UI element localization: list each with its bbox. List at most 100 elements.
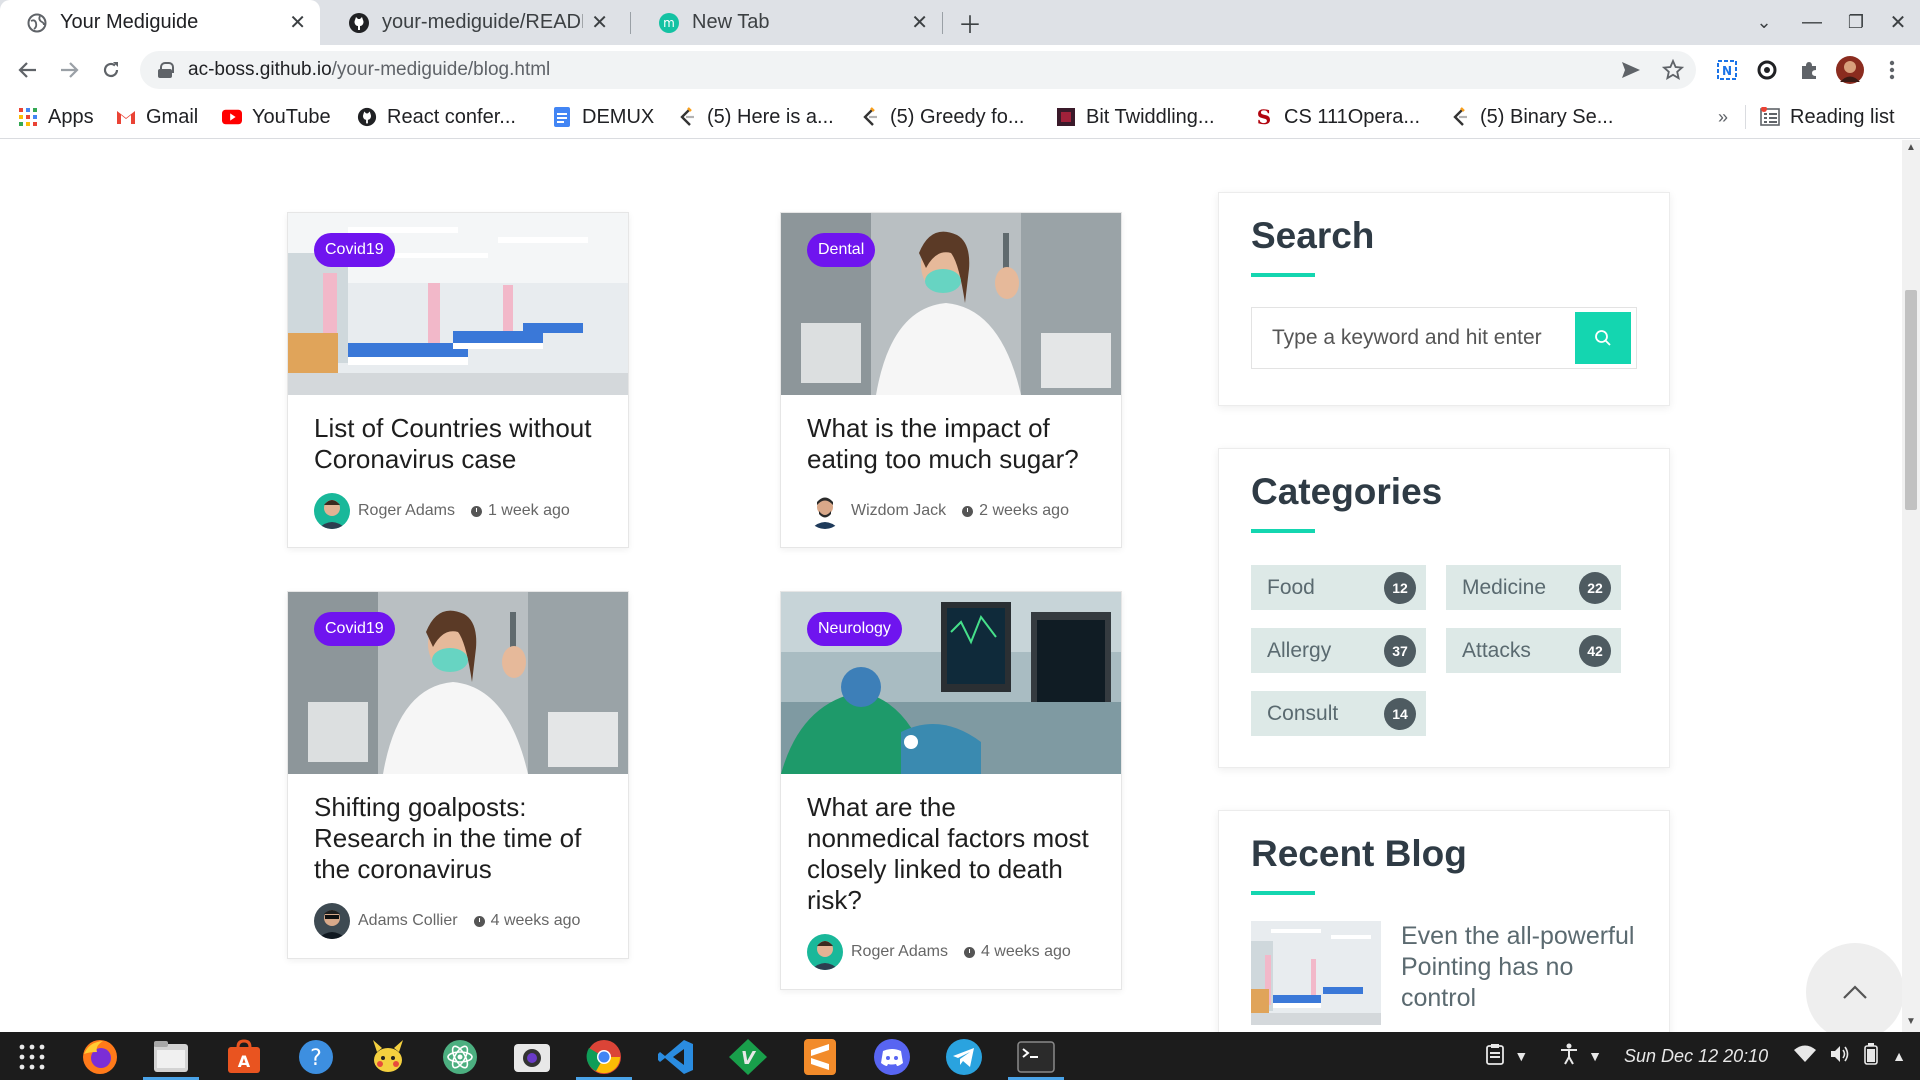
search-button[interactable] <box>1575 312 1631 364</box>
apps-grid-icon[interactable] <box>12 1037 52 1077</box>
bookmark-label: YouTube <box>252 105 331 128</box>
scroll-down-arrow-icon[interactable]: ▼ <box>1902 1016 1920 1030</box>
chevron-down-icon[interactable]: ▼ <box>1588 1048 1602 1064</box>
category-attacks[interactable]: Attacks 42 <box>1446 628 1621 673</box>
post-thumbnail-surgery-room[interactable]: Neurology <box>781 592 1121 774</box>
page-scrollbar[interactable]: ▲ ▼ <box>1902 140 1920 1032</box>
files-icon[interactable] <box>151 1037 191 1077</box>
author-name[interactable]: Roger Adams <box>358 502 455 520</box>
bookmark-demux[interactable]: DEMUX <box>552 101 654 133</box>
pokemon-icon[interactable] <box>368 1037 408 1077</box>
scrollbar-thumb[interactable] <box>1905 290 1917 510</box>
post-title[interactable]: What are the nonmedical factors most clo… <box>781 792 1121 916</box>
camera-icon[interactable] <box>512 1037 552 1077</box>
author-name[interactable]: Roger Adams <box>851 943 948 961</box>
category-name: Allergy <box>1267 638 1332 662</box>
category-food[interactable]: Food 12 <box>1251 565 1426 610</box>
bookmark-here-is-a[interactable]: (5) Here is a... <box>677 101 834 133</box>
atom-icon[interactable] <box>440 1037 480 1077</box>
apps-grid-icon <box>18 107 38 127</box>
bookmark-apps[interactable]: Apps <box>18 101 94 133</box>
blog-card[interactable]: Dental What is the impact of eating too … <box>780 212 1122 548</box>
software-center-icon[interactable]: A <box>224 1037 264 1077</box>
system-clock[interactable]: Sun Dec 12 20:10 <box>1624 1046 1768 1067</box>
category-count: 42 <box>1579 634 1611 667</box>
address-bar[interactable]: ac-boss.github.io/your-mediguide/blog.ht… <box>140 51 1696 89</box>
page-content: Covid19 List of Countries without Corona… <box>0 140 1902 1032</box>
post-title[interactable]: Shifting goalposts: Research in the time… <box>288 792 628 885</box>
bookmark-react-conference[interactable]: React confer... <box>357 101 516 133</box>
post-thumbnail-hospital-ward[interactable]: Covid19 <box>288 213 628 395</box>
vscode-icon[interactable] <box>656 1037 696 1077</box>
back-arrow-icon[interactable] <box>11 53 45 87</box>
reading-list-button[interactable]: Reading list <box>1760 101 1895 133</box>
screen-recorder-extension-icon[interactable] <box>1750 53 1784 87</box>
post-thumbnail-lab-researcher[interactable]: Dental <box>781 213 1121 395</box>
chrome-icon[interactable] <box>584 1037 624 1077</box>
category-consult[interactable]: Consult 14 <box>1251 691 1426 736</box>
back-to-top-button[interactable] <box>1806 943 1904 1041</box>
close-icon[interactable]: ✕ <box>591 10 608 35</box>
send-tab-icon[interactable] <box>1614 53 1648 87</box>
recent-blog-item[interactable]: Even the all-powerful Pointing has no co… <box>1251 921 1637 1025</box>
notion-extension-icon[interactable]: N <box>1710 53 1744 87</box>
new-tab-plus-icon[interactable]: ＋ <box>950 0 990 45</box>
bookmark-bit-twiddling[interactable]: Bit Twiddling... <box>1056 101 1215 133</box>
category-badge[interactable]: Covid19 <box>314 612 395 646</box>
help-icon[interactable]: ? <box>296 1037 336 1077</box>
vim-icon[interactable]: V <box>728 1037 768 1077</box>
terminal-icon[interactable] <box>1016 1037 1056 1077</box>
tab-new-tab[interactable]: m New Tab ✕ <box>632 0 942 45</box>
tab-your-mediguide[interactable]: Your Mediguide ✕ <box>0 0 320 45</box>
blog-card[interactable]: Covid19 List of Countries without Corona… <box>287 212 629 548</box>
tab-search-chevron-icon[interactable]: ⌄ <box>1744 0 1784 45</box>
clipboard-icon[interactable] <box>1486 1043 1505 1070</box>
browser-toolbar: ac-boss.github.io/your-mediguide/blog.ht… <box>0 45 1920 95</box>
extensions-puzzle-icon[interactable] <box>1792 53 1826 87</box>
tab-separator <box>630 12 631 34</box>
search-input[interactable] <box>1252 308 1575 368</box>
profile-avatar[interactable] <box>1833 53 1867 87</box>
battery-icon[interactable] <box>1864 1042 1878 1070</box>
system-menu-arrow-icon[interactable]: ▲ <box>1892 1048 1906 1064</box>
discord-icon[interactable] <box>872 1037 912 1077</box>
blog-card[interactable]: Neurology What are the nonmedical factor… <box>780 591 1122 990</box>
author-name[interactable]: Wizdom Jack <box>851 502 946 520</box>
recent-blog-title[interactable]: Even the all-powerful Pointing has no co… <box>1401 921 1637 1025</box>
close-icon[interactable]: ✕ <box>911 10 928 35</box>
close-icon[interactable]: ✕ <box>289 10 306 35</box>
bookmark-star-icon[interactable] <box>1656 53 1690 87</box>
category-medicine[interactable]: Medicine 22 <box>1446 565 1621 610</box>
minimize-icon[interactable]: — <box>1792 0 1832 45</box>
post-thumbnail-lab-researcher[interactable]: Covid19 <box>288 592 628 774</box>
bookmarks-overflow-chevron[interactable]: » <box>1718 101 1728 133</box>
bookmark-youtube[interactable]: YouTube <box>222 101 331 133</box>
category-badge[interactable]: Dental <box>807 233 876 267</box>
category-badge[interactable]: Covid19 <box>314 233 395 267</box>
restore-icon[interactable]: ❐ <box>1836 0 1876 45</box>
bookmark-gmail[interactable]: Gmail <box>116 101 198 133</box>
window-close-icon[interactable]: ✕ <box>1878 0 1918 45</box>
bookmark-cs111[interactable]: S CS 111Opera... <box>1254 101 1420 133</box>
post-title[interactable]: List of Countries without Coronavirus ca… <box>288 413 628 475</box>
post-title[interactable]: What is the impact of eating too much su… <box>781 413 1121 475</box>
volume-icon[interactable] <box>1830 1045 1850 1068</box>
telegram-icon[interactable] <box>944 1037 984 1077</box>
sublime-icon[interactable] <box>800 1037 840 1077</box>
firefox-icon[interactable] <box>80 1037 120 1077</box>
bookmark-greedy[interactable]: (5) Greedy fo... <box>860 101 1025 133</box>
category-badge[interactable]: Neurology <box>807 612 902 646</box>
category-allergy[interactable]: Allergy 37 <box>1251 628 1426 673</box>
reload-icon[interactable] <box>94 53 128 87</box>
scroll-up-arrow-icon[interactable]: ▲ <box>1902 142 1920 156</box>
forward-arrow-icon[interactable] <box>52 53 86 87</box>
menu-kebab-icon[interactable] <box>1875 53 1909 87</box>
tab-readme[interactable]: your-mediguide/README ✕ <box>322 0 622 45</box>
recent-blog-thumbnail[interactable] <box>1251 921 1381 1025</box>
wifi-icon[interactable] <box>1794 1045 1817 1068</box>
bookmark-binary-search[interactable]: (5) Binary Se... <box>1450 101 1613 133</box>
accessibility-icon[interactable] <box>1560 1043 1578 1070</box>
blog-card[interactable]: Covid19 Shifting goalposts: Research in … <box>287 591 629 959</box>
author-name[interactable]: Adams Collier <box>358 912 458 930</box>
chevron-down-icon[interactable]: ▼ <box>1514 1048 1528 1064</box>
